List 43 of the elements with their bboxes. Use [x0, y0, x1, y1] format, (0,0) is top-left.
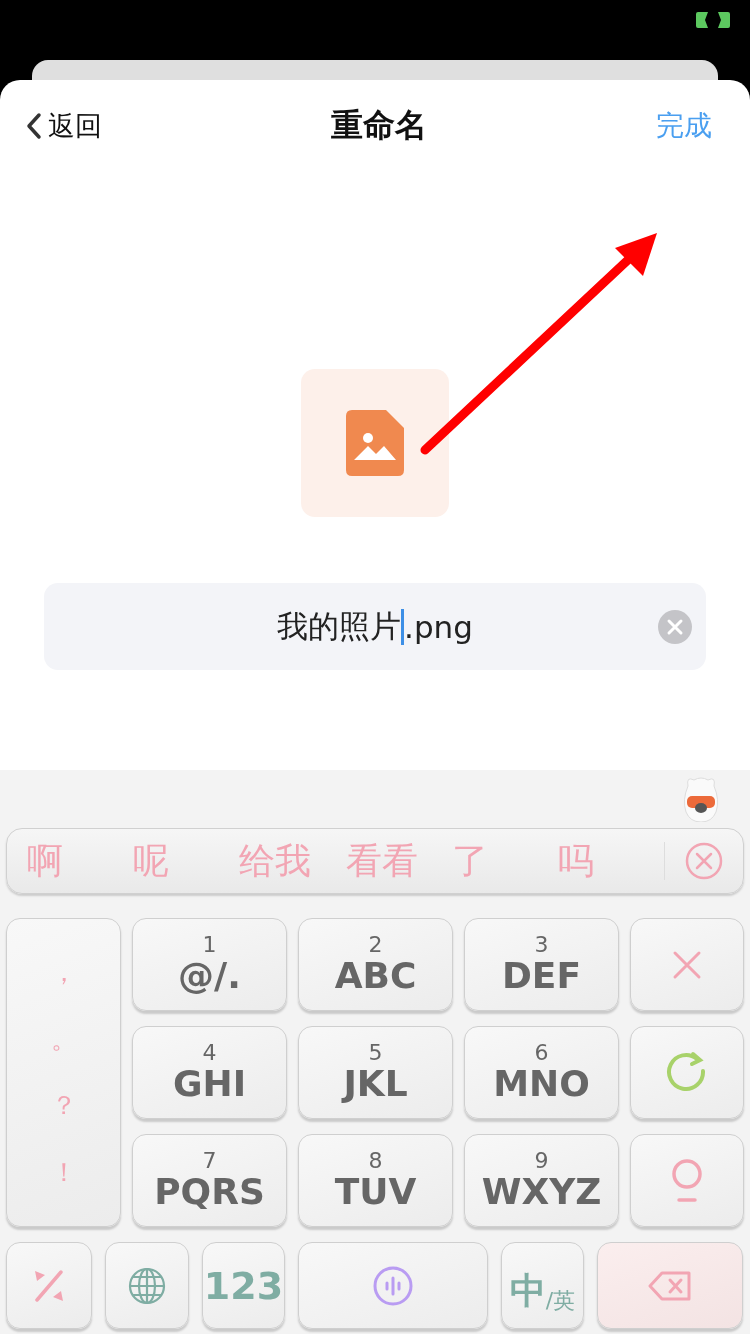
delete-key[interactable]	[597, 1242, 743, 1329]
candidate-word[interactable]: 看看	[345, 836, 452, 886]
clear-key[interactable]	[630, 918, 744, 1011]
candidate-word[interactable]: 啊	[27, 836, 134, 886]
symbol-key[interactable]	[6, 1242, 92, 1329]
candidate-word[interactable]: 吗	[557, 836, 665, 886]
letter-key[interactable]: 1 @/.	[132, 918, 287, 1011]
close-icon	[672, 949, 702, 980]
zero-key[interactable]	[630, 1134, 744, 1227]
backspace-icon	[648, 1270, 692, 1301]
file-name-text: 我的照片.png	[277, 606, 473, 647]
candidate-word[interactable]: 给我	[239, 836, 346, 886]
circle-underline-icon	[670, 1158, 704, 1203]
globe-key[interactable]	[105, 1242, 189, 1329]
candidate-word[interactable]: 了	[451, 836, 558, 886]
letter-key[interactable]: 5 JKL	[298, 1026, 453, 1119]
close-icon[interactable]	[664, 842, 724, 880]
letter-key[interactable]: 2 ABC	[298, 918, 453, 1011]
letter-key[interactable]: 8 TUV	[298, 1134, 453, 1227]
punctuation-key[interactable]: ！	[50, 1155, 77, 1191]
punctuation-key[interactable]: 。	[50, 1021, 77, 1057]
battery-icon	[696, 12, 730, 28]
letter-key[interactable]: 3 DEF	[464, 918, 619, 1011]
punctuation-key[interactable]: ，	[50, 954, 77, 990]
mascot-icon	[682, 776, 720, 822]
voice-key[interactable]	[298, 1242, 488, 1329]
letter-key[interactable]: 6 MNO	[464, 1026, 619, 1119]
reenter-key[interactable]	[630, 1026, 744, 1119]
image-file-icon	[346, 410, 404, 476]
back-button[interactable]: 返回	[26, 108, 102, 144]
number-key[interactable]: 123	[202, 1242, 285, 1329]
letter-key[interactable]: 9 WXYZ	[464, 1134, 619, 1227]
voice-icon	[372, 1264, 414, 1307]
globe-icon	[128, 1266, 166, 1305]
input-field[interactable]: 我的照片.png	[44, 583, 706, 670]
done-button[interactable]: 完成	[656, 107, 712, 145]
punctuation-key[interactable]: ？	[50, 1088, 77, 1124]
clear-icon[interactable]	[658, 610, 692, 644]
page-title: 重命名	[331, 105, 427, 146]
chevron-left-icon	[26, 112, 42, 140]
letter-key[interactable]: 7 PQRS	[132, 1134, 287, 1227]
candidate-word[interactable]: 呢	[133, 836, 240, 886]
letter-key[interactable]: 4 GHI	[132, 1026, 287, 1119]
